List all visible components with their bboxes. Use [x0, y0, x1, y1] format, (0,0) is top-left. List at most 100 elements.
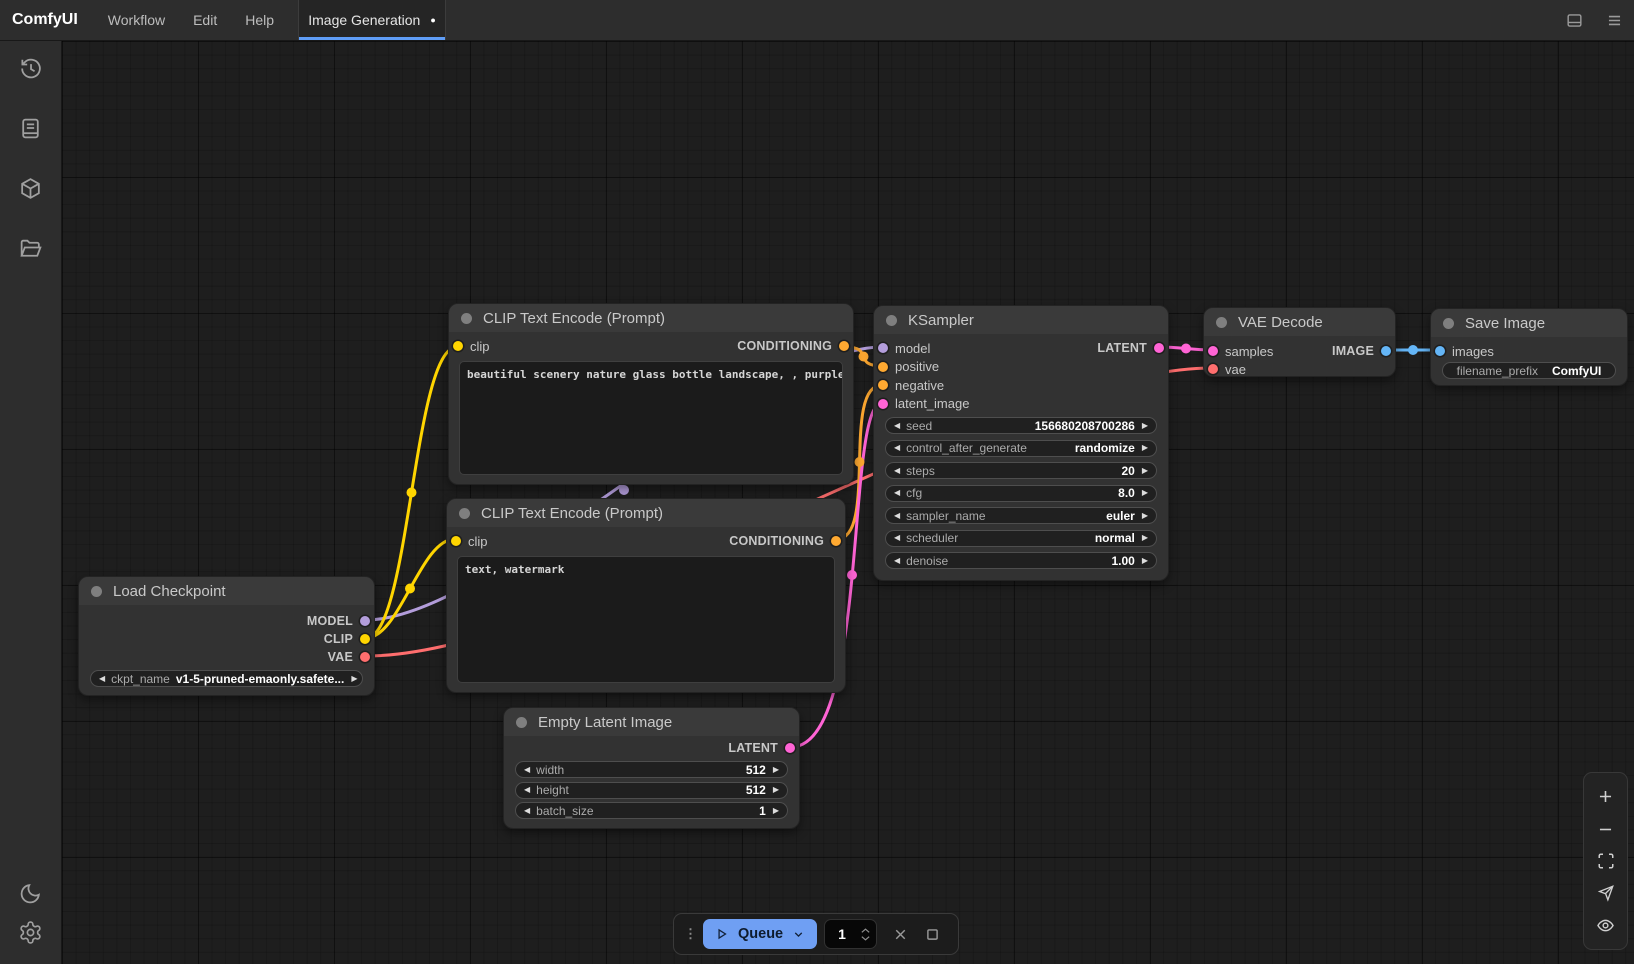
input-port-clip[interactable]	[453, 341, 463, 351]
node-collapse-dot[interactable]	[516, 717, 527, 728]
increment-arrow-icon[interactable]: ▶	[1142, 557, 1148, 565]
tab-image-generation[interactable]: Image Generation ●	[298, 0, 446, 40]
widget-cfg[interactable]: ◀ cfg 8.0 ▶	[885, 485, 1157, 502]
input-port-negative[interactable]	[878, 380, 888, 390]
comfyui-logo[interactable]: ComfyUI	[0, 0, 94, 40]
increment-arrow-icon[interactable]: ▶	[773, 786, 779, 794]
zoom-in-icon[interactable]	[1596, 787, 1615, 806]
bottom-panel-icon[interactable]	[1554, 0, 1594, 40]
increment-arrow-icon[interactable]: ▶	[1142, 512, 1148, 520]
increment-arrow-icon[interactable]: ▶	[1142, 467, 1148, 475]
input-port-images[interactable]	[1435, 346, 1445, 356]
output-port-latent[interactable]	[1154, 343, 1164, 353]
node-header[interactable]: VAE Decode	[1204, 308, 1395, 336]
node-header[interactable]: Save Image	[1431, 309, 1627, 337]
widget-scheduler[interactable]: ◀ scheduler normal ▶	[885, 530, 1157, 547]
output-port-conditioning[interactable]	[839, 341, 849, 351]
node-empty-latent-image[interactable]: Empty Latent Image LATENT ◀ width 512 ▶ …	[503, 707, 800, 829]
node-header[interactable]: Empty Latent Image	[504, 708, 799, 736]
widget-seed[interactable]: ◀ seed 156680208700286 ▶	[885, 417, 1157, 434]
node-library-icon[interactable]	[18, 115, 44, 141]
clear-queue-button[interactable]	[892, 926, 909, 943]
input-port-positive[interactable]	[878, 362, 888, 372]
node-collapse-dot[interactable]	[886, 315, 897, 326]
queue-button[interactable]: Queue	[703, 919, 817, 949]
spinner-up-icon[interactable]	[860, 927, 871, 934]
node-ksampler[interactable]: KSampler model LATENT positive negative …	[873, 305, 1169, 581]
node-collapse-dot[interactable]	[461, 313, 472, 324]
node-header[interactable]: KSampler	[874, 306, 1168, 334]
widget-height[interactable]: ◀ height 512 ▶	[515, 782, 788, 799]
widget-control-after-generate[interactable]: ◀ control_after_generate randomize ▶	[885, 440, 1157, 457]
decrement-arrow-icon[interactable]: ◀	[894, 534, 900, 542]
model-library-icon[interactable]	[18, 175, 44, 201]
node-save-image[interactable]: Save Image images filename_prefix ComfyU…	[1430, 308, 1628, 386]
output-port-image[interactable]	[1381, 346, 1391, 356]
input-port-vae[interactable]	[1208, 364, 1218, 374]
decrement-arrow-icon[interactable]: ◀	[894, 489, 900, 497]
increment-arrow-icon[interactable]: ▶	[1142, 534, 1148, 542]
spinner-down-icon[interactable]	[860, 935, 871, 942]
settings-gear-icon[interactable]	[18, 919, 44, 945]
decrement-arrow-icon[interactable]: ◀	[894, 444, 900, 452]
output-port-model[interactable]	[360, 616, 370, 626]
chevron-down-icon[interactable]	[792, 928, 805, 941]
widget-width[interactable]: ◀ width 512 ▶	[515, 761, 788, 778]
node-collapse-dot[interactable]	[1216, 317, 1227, 328]
drag-handle[interactable]: ⋮	[682, 926, 703, 942]
node-load-checkpoint[interactable]: Load Checkpoint MODEL CLIP VAE ◀ ckpt_na…	[78, 576, 375, 696]
output-port-conditioning[interactable]	[831, 536, 841, 546]
input-port-samples[interactable]	[1208, 346, 1218, 356]
prompt-textarea[interactable]: beautiful scenery nature glass bottle la…	[459, 361, 843, 476]
increment-arrow-icon[interactable]: ▶	[773, 766, 779, 774]
widget-sampler-name[interactable]: ◀ sampler_name euler ▶	[885, 507, 1157, 524]
increment-arrow-icon[interactable]: ▶	[1142, 422, 1148, 430]
batch-count-input[interactable]: 1	[824, 919, 877, 949]
widget-batch-size[interactable]: ◀ batch_size 1 ▶	[515, 802, 788, 819]
select-mode-icon[interactable]	[1597, 884, 1615, 902]
toggle-link-visibility-icon[interactable]	[1596, 916, 1615, 935]
fit-view-icon[interactable]	[1597, 852, 1615, 870]
widget-steps[interactable]: ◀ steps 20 ▶	[885, 462, 1157, 479]
batch-count-spinner[interactable]	[860, 927, 876, 942]
node-clip-text-encode-negative[interactable]: CLIP Text Encode (Prompt) clip CONDITION…	[446, 498, 846, 693]
node-header[interactable]: Load Checkpoint	[79, 577, 374, 605]
decrement-arrow-icon[interactable]: ◀	[894, 557, 900, 565]
node-header[interactable]: CLIP Text Encode (Prompt)	[447, 499, 845, 527]
node-graph-canvas[interactable]	[62, 41, 1634, 964]
node-collapse-dot[interactable]	[91, 586, 102, 597]
increment-arrow-icon[interactable]: ▶	[773, 807, 779, 815]
node-clip-text-encode-positive[interactable]: CLIP Text Encode (Prompt) clip CONDITION…	[448, 303, 854, 485]
history-icon[interactable]	[18, 55, 44, 81]
node-header[interactable]: CLIP Text Encode (Prompt)	[449, 304, 853, 332]
increment-arrow-icon[interactable]: ▶	[351, 675, 357, 683]
zoom-out-icon[interactable]	[1596, 820, 1615, 839]
prompt-textarea[interactable]: text, watermark	[457, 556, 835, 684]
increment-arrow-icon[interactable]: ▶	[1142, 444, 1148, 452]
workflows-folder-icon[interactable]	[18, 235, 44, 261]
output-port-vae[interactable]	[360, 652, 370, 662]
input-port-clip[interactable]	[451, 536, 461, 546]
widget-denoise[interactable]: ◀ denoise 1.00 ▶	[885, 552, 1157, 569]
decrement-arrow-icon[interactable]: ◀	[894, 467, 900, 475]
increment-arrow-icon[interactable]: ▶	[1142, 489, 1148, 497]
input-port-model[interactable]	[878, 343, 888, 353]
decrement-arrow-icon[interactable]: ◀	[99, 675, 105, 683]
node-vae-decode[interactable]: VAE Decode samples IMAGE vae	[1203, 307, 1396, 377]
decrement-arrow-icon[interactable]: ◀	[524, 786, 530, 794]
menu-workflow[interactable]: Workflow	[94, 0, 179, 40]
theme-toggle-moon-icon[interactable]	[18, 880, 44, 906]
interrupt-button[interactable]	[924, 926, 941, 943]
widget-ckpt-name[interactable]: ◀ ckpt_name v1-5-pruned-emaonly.safete..…	[90, 670, 363, 687]
node-collapse-dot[interactable]	[1443, 318, 1454, 329]
output-port-clip[interactable]	[360, 634, 370, 644]
decrement-arrow-icon[interactable]: ◀	[524, 766, 530, 774]
menu-help[interactable]: Help	[231, 0, 288, 40]
menu-edit[interactable]: Edit	[179, 0, 231, 40]
decrement-arrow-icon[interactable]: ◀	[894, 422, 900, 430]
decrement-arrow-icon[interactable]: ◀	[524, 807, 530, 815]
output-port-latent[interactable]	[785, 743, 795, 753]
node-collapse-dot[interactable]	[459, 508, 470, 519]
decrement-arrow-icon[interactable]: ◀	[894, 512, 900, 520]
menu-icon[interactable]	[1594, 0, 1634, 40]
